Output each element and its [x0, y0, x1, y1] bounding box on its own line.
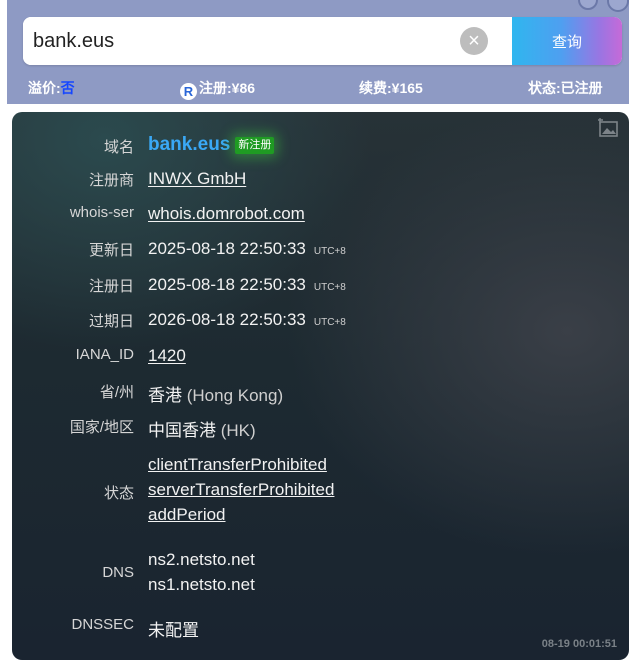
premium-info: 溢价:否	[28, 78, 75, 98]
premium-value: 否	[60, 80, 75, 96]
dns-server-2: ns1.netsto.net	[148, 575, 255, 594]
register-price: ¥86	[231, 80, 256, 96]
register-label: 注册:	[199, 80, 232, 96]
created-date: 2025-08-18 22:50:33	[148, 275, 306, 294]
status-info: 状态:已注册	[528, 78, 603, 98]
renew-price: ¥165	[391, 80, 423, 96]
dns-values: ns2.netsto.net ns1.netsto.net	[148, 547, 255, 597]
expires-timezone: UTC+8	[313, 317, 346, 328]
updated-timezone: UTC+8	[313, 246, 346, 257]
registrar-logo-icon: R	[180, 83, 197, 100]
status-add-period[interactable]: addPeriod	[148, 502, 334, 527]
image-crop-icon[interactable]	[597, 118, 621, 140]
domain-label: 域名	[103, 139, 134, 156]
settings-icon[interactable]	[607, 0, 629, 12]
updated-label: 更新日	[88, 242, 134, 259]
header-icons	[577, 0, 629, 12]
province-english: (Hong Kong)	[186, 386, 284, 405]
query-button[interactable]: 查询	[512, 17, 622, 65]
whois-server-link[interactable]: whois.domrobot.com	[148, 204, 305, 224]
register-price-info[interactable]: R 注册:¥86	[180, 78, 255, 100]
province-label: 省/州	[99, 384, 134, 401]
close-icon: ×	[468, 30, 480, 52]
status-label-whois: 状态	[103, 485, 134, 502]
premium-label: 溢价:	[28, 80, 61, 96]
country-name: 中国香港	[148, 421, 216, 440]
search-bar: × 查询	[23, 17, 622, 65]
province-name: 香港	[148, 386, 182, 405]
domain-name[interactable]: bank.eus	[148, 134, 230, 155]
created-label: 注册日	[88, 278, 134, 295]
status-label: 状态:	[528, 80, 561, 96]
domain-value: bank.eus 新注册	[148, 134, 275, 156]
price-info-bar: 溢价:否 R 注册:¥86 续费:¥165 状态:已注册	[0, 78, 629, 100]
new-registration-badge: 新注册	[235, 137, 275, 154]
updated-value: 2025-08-18 22:50:33 UTC+8	[148, 239, 346, 259]
status-client-transfer-prohibited[interactable]: clientTransferProhibited	[148, 452, 334, 477]
expires-date: 2026-08-18 22:50:33	[148, 310, 306, 329]
dns-label: DNS	[102, 564, 134, 581]
dnssec-value: 未配置	[148, 621, 199, 640]
status-value: 已注册	[560, 80, 603, 96]
country-code: (HK)	[220, 421, 256, 440]
clear-button[interactable]: ×	[460, 27, 488, 55]
updated-date: 2025-08-18 22:50:33	[148, 239, 306, 258]
dns-server-1: ns2.netsto.net	[148, 550, 255, 569]
dnssec-label: DNSSEC	[71, 616, 134, 633]
created-value: 2025-08-18 22:50:33 UTC+8	[148, 275, 346, 295]
status-values: clientTransferProhibited serverTransferP…	[148, 452, 334, 527]
registrar-link[interactable]: INWX GmbH	[148, 169, 246, 189]
globe-icon[interactable]	[578, 0, 598, 10]
renew-price-info: 续费:¥165	[359, 78, 423, 98]
expires-label: 过期日	[88, 313, 134, 330]
renew-label: 续费:	[359, 80, 392, 96]
iana-id-label: IANA_ID	[75, 346, 134, 363]
query-timestamp: 08-19 00:01:51	[541, 638, 617, 650]
iana-id-link[interactable]: 1420	[148, 346, 186, 366]
country-label: 国家/地区	[69, 419, 134, 436]
registrar-label: 注册商	[88, 172, 134, 189]
whois-panel: 域名 bank.eus 新注册 注册商 INWX GmbH whois-ser w…	[12, 112, 629, 660]
province-value: 香港 (Hong Kong)	[148, 381, 283, 406]
search-input[interactable]	[23, 17, 512, 65]
country-value: 中国香港 (HK)	[148, 416, 256, 441]
created-timezone: UTC+8	[313, 282, 346, 293]
expires-value: 2026-08-18 22:50:33 UTC+8	[148, 310, 346, 330]
status-server-transfer-prohibited[interactable]: serverTransferProhibited	[148, 477, 334, 502]
whois-server-label: whois-ser	[69, 204, 134, 221]
